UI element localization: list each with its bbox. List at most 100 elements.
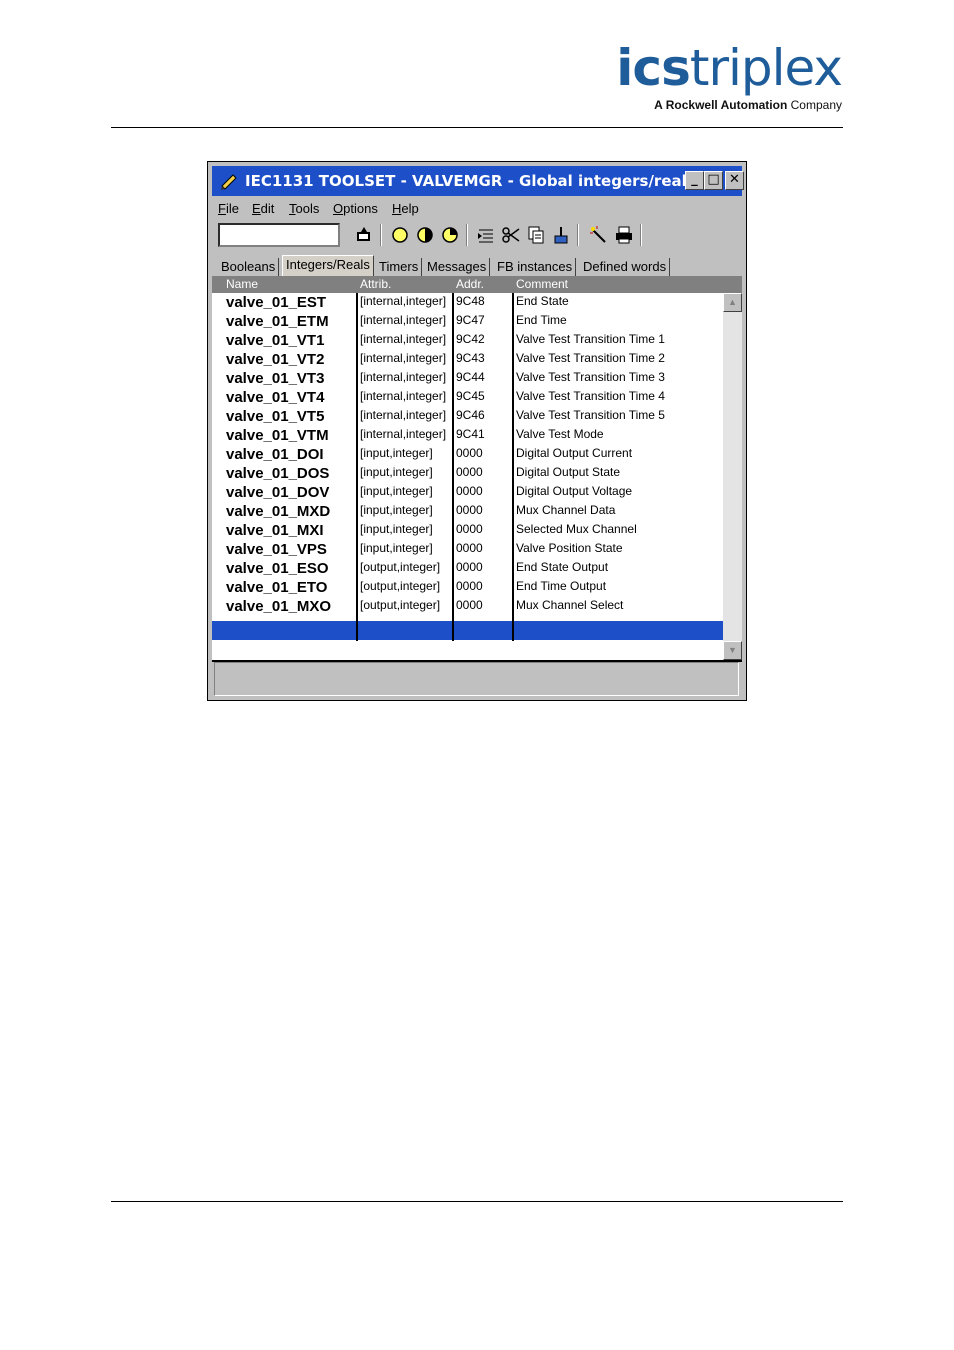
cell-name: valve_01_EST (226, 294, 327, 311)
scroll-down-icon[interactable]: ▼ (723, 641, 742, 660)
cell-attrib: [internal,integer] (360, 332, 447, 346)
logo-tagline: A Rockwell Automation Company (616, 98, 842, 112)
pencil-icon (221, 174, 237, 190)
cell-attrib: [input,integer] (360, 503, 433, 517)
search-input[interactable] (218, 223, 340, 247)
menu-tools-label: ools (295, 201, 320, 216)
paste-icon[interactable] (550, 224, 572, 246)
circle-half-icon[interactable] (414, 224, 436, 246)
maximize-button[interactable]: □ (704, 171, 723, 190)
cell-attrib: [internal,integer] (360, 351, 447, 365)
tab-fb-instances[interactable]: FB instances (494, 258, 577, 276)
toolbar-separator (380, 224, 382, 246)
cell-addr: 9C48 (456, 294, 485, 308)
cell-name: valve_01_MXD (226, 503, 331, 520)
cell-addr: 9C47 (456, 313, 485, 327)
cell-comment: Digital Output Voltage (516, 484, 633, 498)
cell-comment: End State (516, 294, 569, 308)
cell-comment: Mux Channel Data (516, 503, 616, 517)
column-header-comment[interactable]: Comment (516, 277, 568, 291)
open-icon[interactable] (353, 224, 375, 246)
header-rule (111, 127, 843, 128)
menu-options-label: ptions (343, 201, 378, 216)
table-row[interactable]: valve_01_ETM [internal,integer] 9C47 End Ti… (212, 312, 723, 331)
logo-wordmark: icstriplex (616, 39, 843, 97)
menu-options-accel: O (333, 201, 344, 216)
table-row[interactable]: valve_01_VT4 [internal,integer] 9C45 Valve … (212, 388, 723, 407)
logo-word-ics: ics (616, 39, 691, 97)
cell-addr: 9C43 (456, 351, 485, 365)
cell-name: valve_01_ESO (226, 560, 329, 577)
selected-empty-row[interactable] (212, 621, 723, 640)
table-row[interactable]: valve_01_MXO [output,integer] 0000 Mux Chan… (212, 597, 723, 616)
tagline-suffix: Company (787, 98, 842, 112)
table-row[interactable]: valve_01_DOS [input,integer] 0000 Digital O… (212, 464, 723, 483)
table-row[interactable]: valve_01_ESO [output,integer] 0000 End Stat… (212, 559, 723, 578)
table-row[interactable]: valve_01_DOI [input,integer] 0000 Digital O… (212, 445, 723, 464)
menu-tools[interactable]: Tools (289, 201, 319, 216)
table-row[interactable]: valve_01_VT3 [internal,integer] 9C44 Valve … (212, 369, 723, 388)
copy-icon[interactable] (525, 224, 547, 246)
cell-attrib: [input,integer] (360, 522, 433, 536)
cell-comment: End State Output (516, 560, 609, 574)
table-row[interactable]: valve_01_VT2 [internal,integer] 9C43 Valve … (212, 350, 723, 369)
cell-name: valve_01_VT3 (226, 370, 325, 387)
close-button[interactable]: ✕ (725, 171, 744, 190)
print-icon[interactable] (613, 224, 635, 246)
variables-grid: Name Attrib. Addr. Comment valve_01_EST [… (212, 276, 742, 662)
menu-options[interactable]: Options (333, 201, 378, 216)
insert-icon[interactable] (475, 224, 497, 246)
menu-edit[interactable]: Edit (252, 201, 274, 216)
tab-booleans[interactable]: Booleans (218, 258, 280, 276)
cell-attrib: [input,integer] (360, 446, 433, 460)
column-header-name[interactable]: Name (226, 277, 258, 291)
vertical-scrollbar[interactable]: ▲ ▼ (723, 293, 742, 660)
cell-comment: Valve Test Mode (516, 427, 604, 441)
cell-comment: Valve Test Transition Time 1 (516, 332, 665, 346)
tab-messages[interactable]: Messages (424, 258, 491, 276)
cell-attrib: [input,integer] (360, 541, 433, 555)
table-row[interactable]: valve_01_DOV [input,integer] 0000 Digital O… (212, 483, 723, 502)
table-row[interactable]: valve_01_VTM [internal,integer] 9C41 Valve … (212, 426, 723, 445)
menu-help-label: elp (401, 201, 419, 216)
title-bar[interactable]: IEC1131 TOOLSET - VALVEMGR - Global inte… (212, 166, 744, 196)
circle-empty-icon[interactable] (389, 224, 411, 246)
column-divider (356, 293, 358, 641)
cell-attrib: [internal,integer] (360, 313, 447, 327)
cell-name: valve_01_VTM (226, 427, 329, 444)
cell-name: valve_01_DOV (226, 484, 330, 501)
wand-icon[interactable] (588, 224, 610, 246)
table-row[interactable]: valve_01_MXD [input,integer] 0000 Mux Chann… (212, 502, 723, 521)
cell-comment: Valve Test Transition Time 4 (516, 389, 665, 403)
cell-addr: 0000 (456, 446, 483, 460)
table-row[interactable]: valve_01_VT5 [internal,integer] 9C46 Valve … (212, 407, 723, 426)
minimize-button[interactable]: _ (685, 171, 704, 190)
cell-addr: 0000 (456, 465, 483, 479)
cell-addr: 9C44 (456, 370, 485, 384)
menu-bar: File Edit Tools Options Help (212, 198, 742, 220)
cell-addr: 0000 (456, 541, 483, 555)
table-row[interactable]: valve_01_MXI [input,integer] 0000 Selected … (212, 521, 723, 540)
table-row[interactable]: valve_01_VPS [input,integer] 0000 Valve Pos… (212, 540, 723, 559)
table-row[interactable]: valve_01_VT1 [internal,integer] 9C42 Valve … (212, 331, 723, 350)
menu-file[interactable]: File (218, 201, 239, 216)
table-row[interactable]: valve_01_ETO [output,integer] 0000 End Time… (212, 578, 723, 597)
tab-integers-reals[interactable]: Integers/Reals (282, 255, 374, 278)
column-header-addr[interactable]: Addr. (456, 277, 484, 291)
cell-name: valve_01_VT1 (226, 332, 325, 349)
tab-defined-words[interactable]: Defined words (580, 258, 671, 276)
cell-comment: End Time (516, 313, 567, 327)
cell-name: valve_01_VT4 (226, 389, 325, 406)
cell-name: valve_01_MXI (226, 522, 324, 539)
cut-icon[interactable] (500, 224, 522, 246)
tab-timers[interactable]: Timers (376, 258, 423, 276)
column-header-attrib[interactable]: Attrib. (360, 277, 391, 291)
menu-help[interactable]: Help (392, 201, 419, 216)
circle-quarter-icon[interactable] (439, 224, 461, 246)
menu-file-label: ile (225, 201, 239, 216)
cell-name: valve_01_DOS (226, 465, 330, 482)
table-row[interactable]: valve_01_EST [internal,integer] 9C48 End St… (212, 293, 723, 312)
cell-addr: 9C46 (456, 408, 485, 422)
scroll-up-icon[interactable]: ▲ (723, 293, 742, 312)
cell-addr: 0000 (456, 522, 483, 536)
